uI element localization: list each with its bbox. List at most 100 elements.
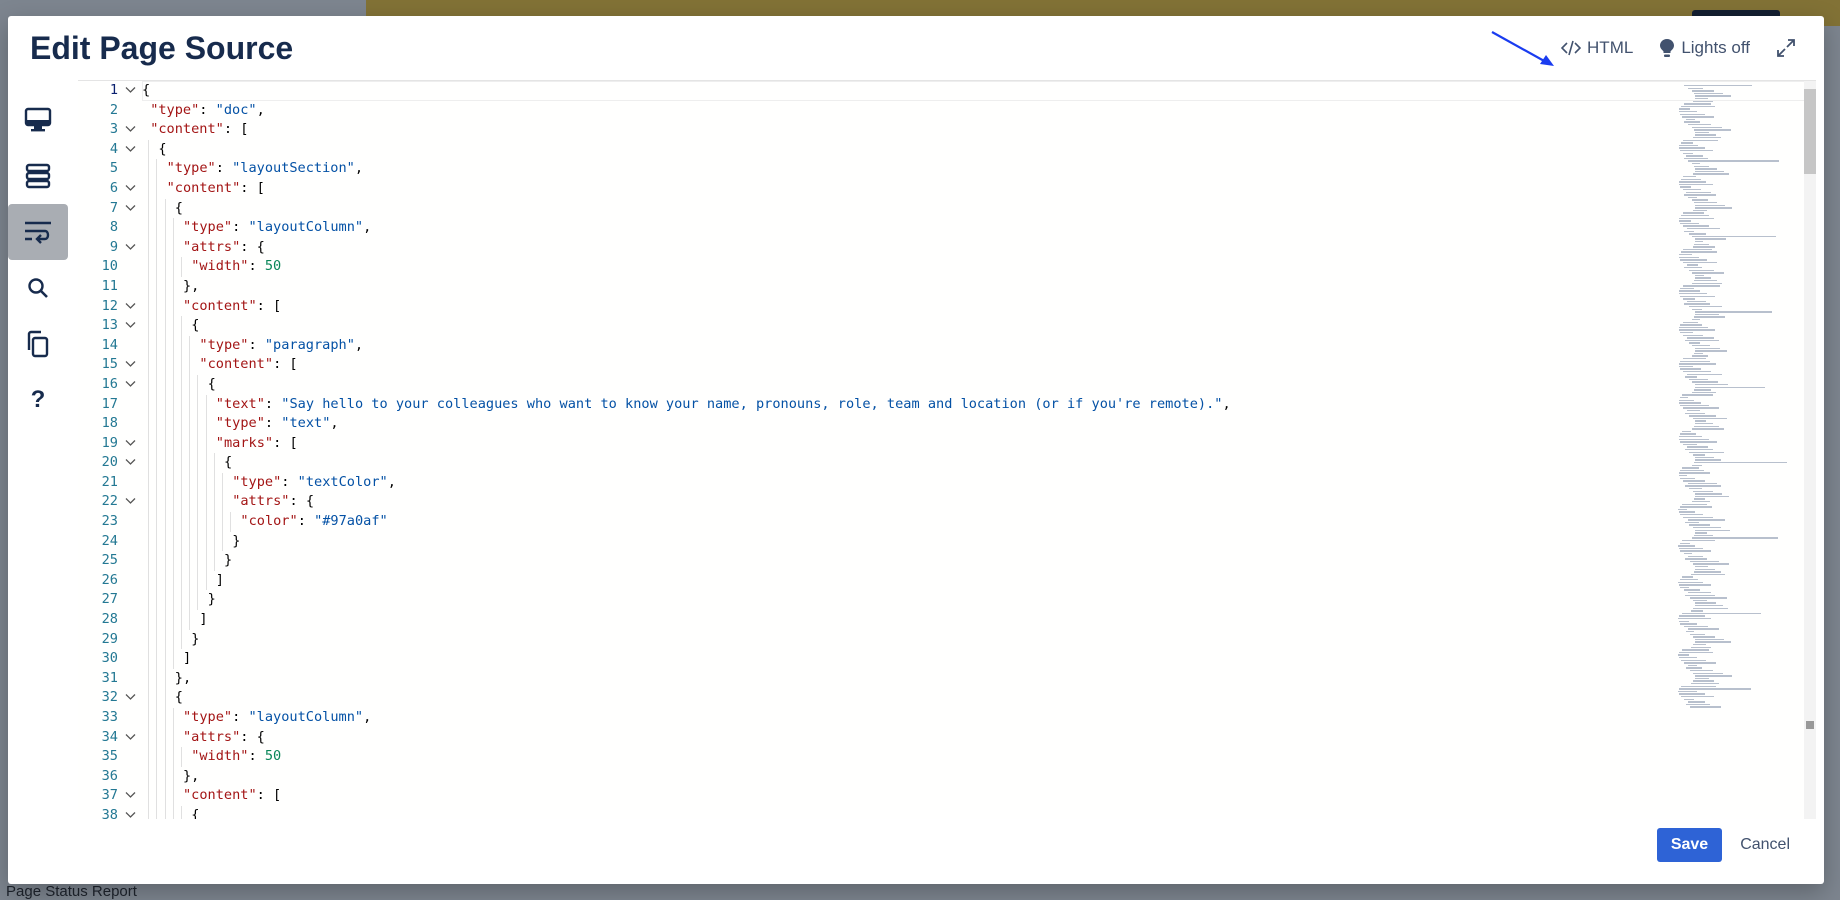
html-toggle-button[interactable]: HTML	[1561, 38, 1633, 58]
code-line[interactable]: 16 {	[78, 374, 1816, 395]
code-line[interactable]: 18 "type": "text",	[78, 414, 1816, 434]
code-line[interactable]: 20 {	[78, 453, 1816, 473]
fold-chevron-icon[interactable]	[125, 199, 136, 212]
fullscreen-button[interactable]	[1776, 38, 1796, 58]
code-line[interactable]: 21 "type": "textColor",	[78, 472, 1816, 493]
fold-chevron-icon[interactable]	[125, 728, 136, 741]
code-line[interactable]: 32 {	[78, 688, 1816, 708]
minimap-line	[1679, 651, 1714, 654]
indent-guide	[189, 492, 191, 513]
indent-guide	[205, 472, 207, 493]
dialog-title: Edit Page Source	[30, 30, 294, 66]
minimap-line	[1694, 420, 1706, 422]
indent-guide	[205, 414, 207, 434]
code-line[interactable]: 2 "type": "doc",	[78, 101, 1816, 121]
minimap-line	[1679, 688, 1752, 690]
code-line[interactable]: 7{	[78, 198, 1816, 219]
fold-chevron-icon[interactable]	[125, 355, 136, 368]
code-line[interactable]: 11},	[78, 276, 1816, 297]
code-line[interactable]: 15 "content": [	[78, 355, 1816, 375]
fold-chevron-icon[interactable]	[125, 81, 136, 94]
line-number: 32	[101, 689, 118, 706]
code-line[interactable]: 4{	[78, 139, 1816, 160]
code-line[interactable]: 25}	[78, 551, 1816, 571]
word-wrap-tool-button[interactable]	[8, 204, 68, 260]
fold-chevron-icon[interactable]	[125, 238, 136, 251]
code-line[interactable]: 28]	[78, 610, 1816, 630]
code-line[interactable]: 34 "attrs": {	[78, 727, 1816, 748]
minimap-line	[1687, 482, 1717, 485]
minimap-line	[1694, 605, 1723, 607]
cancel-button[interactable]: Cancel	[1736, 828, 1794, 862]
code-line[interactable]: 35 "width": 50	[78, 747, 1816, 767]
line-number: 34	[101, 728, 118, 745]
line-number: 20	[101, 454, 118, 471]
indent-guide	[197, 551, 199, 571]
indent-guide	[172, 512, 174, 532]
minimap-line	[1694, 529, 1730, 531]
indent-guide	[148, 708, 150, 728]
line-number: 29	[101, 630, 118, 647]
lightbulb-icon	[1660, 39, 1675, 57]
code-line[interactable]: 3 "content": [	[78, 120, 1816, 140]
minimap-line	[1681, 540, 1715, 542]
vertical-scrollbar[interactable]	[1804, 81, 1816, 819]
help-tool-button[interactable]: ?	[8, 372, 68, 428]
fold-chevron-icon[interactable]	[125, 375, 136, 388]
code-line[interactable]: 8 "type": "layoutColumn",	[78, 218, 1816, 238]
fold-chevron-icon[interactable]	[125, 316, 136, 329]
code-line[interactable]: 12 "content": [	[78, 296, 1816, 317]
code-line[interactable]: 19 "marks": [	[78, 433, 1816, 454]
code-line[interactable]: 6 "content": [	[78, 178, 1816, 199]
preview-tool-button[interactable]	[8, 92, 68, 148]
code-line[interactable]: 24}	[78, 531, 1816, 552]
fold-chevron-icon[interactable]	[125, 120, 136, 133]
code-line[interactable]: 26]	[78, 570, 1816, 591]
code-text: "content": [	[199, 356, 298, 373]
save-button[interactable]: Save	[1656, 828, 1723, 862]
search-tool-button[interactable]	[8, 260, 68, 316]
minimap-line	[1680, 696, 1714, 698]
lights-off-button[interactable]: Lights off	[1659, 38, 1750, 58]
fold-chevron-icon[interactable]	[125, 786, 136, 799]
code-line[interactable]: 36},	[78, 766, 1816, 787]
copy-tool-button[interactable]	[8, 316, 68, 372]
code-line[interactable]: 13 {	[78, 316, 1816, 336]
minimap-line	[1695, 241, 1704, 243]
code-line[interactable]: 27}	[78, 590, 1816, 611]
indent-guide	[189, 433, 191, 454]
indent-guide	[156, 492, 158, 513]
indent-guide	[197, 394, 199, 415]
scrollbar-thumb[interactable]	[1804, 89, 1816, 174]
fold-chevron-icon[interactable]	[125, 492, 136, 505]
fold-chevron-icon[interactable]	[125, 434, 136, 447]
code-line[interactable]: 17 "text": "Say hello to your colleagues …	[78, 394, 1816, 415]
code-line[interactable]: 10 "width": 50	[78, 257, 1816, 277]
indent-guide	[197, 472, 199, 493]
code-line[interactable]: 9 "attrs": {	[78, 237, 1816, 258]
code-line[interactable]: 38 {	[78, 805, 1816, 819]
code-line[interactable]: 30]	[78, 649, 1816, 669]
fold-chevron-icon[interactable]	[125, 806, 136, 819]
fold-chevron-icon[interactable]	[125, 297, 136, 310]
code-line[interactable]: 1{	[78, 81, 1816, 101]
fold-chevron-icon[interactable]	[125, 179, 136, 192]
format-tool-button[interactable]	[8, 148, 68, 204]
line-number: 5	[109, 160, 118, 177]
minimap-line	[1679, 113, 1705, 115]
fold-chevron-icon[interactable]	[125, 453, 136, 466]
code-line[interactable]: 33 "type": "layoutColumn",	[78, 708, 1816, 728]
fold-chevron-icon[interactable]	[125, 140, 136, 153]
minimap[interactable]	[1674, 81, 1808, 819]
code-line[interactable]: 29}	[78, 629, 1816, 650]
code-line[interactable]: 37 "content": [	[78, 786, 1816, 806]
fold-chevron-icon[interactable]	[125, 688, 136, 701]
code-line[interactable]: 14 "type": "paragraph",	[78, 335, 1816, 356]
code-editor[interactable]: 1{2 "type": "doc", 3 "content": [4{5 "type":…	[78, 80, 1816, 819]
code-line[interactable]: 5 "type": "layoutSection",	[78, 159, 1816, 179]
code-line[interactable]: 22 "attrs": {	[78, 492, 1816, 513]
indent-guide	[164, 688, 166, 708]
code-line[interactable]: 23 "color": "#97a0af"	[78, 512, 1816, 532]
code-line[interactable]: 31},	[78, 668, 1816, 689]
code-text: "marks": [	[215, 434, 298, 451]
